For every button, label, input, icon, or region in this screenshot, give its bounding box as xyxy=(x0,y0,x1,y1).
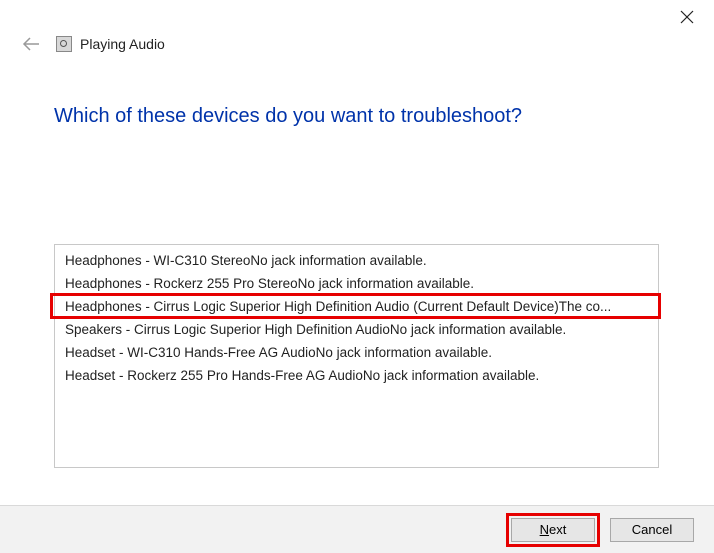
cancel-button[interactable]: Cancel xyxy=(610,518,694,542)
header-row: Playing Audio xyxy=(20,32,694,56)
footer: Next Cancel xyxy=(0,505,714,553)
back-button[interactable] xyxy=(20,33,42,55)
close-icon xyxy=(680,10,694,24)
device-listbox[interactable]: Headphones - WI-C310 StereoNo jack infor… xyxy=(54,244,659,468)
page-heading: Which of these devices do you want to tr… xyxy=(54,105,522,128)
next-label-rest: ext xyxy=(549,522,566,537)
next-accelerator: N xyxy=(540,522,549,537)
arrow-left-icon xyxy=(22,37,40,51)
list-item[interactable]: Headset - Rockerz 255 Pro Hands-Free AG … xyxy=(55,364,658,387)
close-button[interactable] xyxy=(680,10,696,26)
list-item[interactable]: Speakers - Cirrus Logic Superior High De… xyxy=(55,318,658,341)
list-item[interactable]: Headphones - Rockerz 255 Pro StereoNo ja… xyxy=(55,272,658,295)
next-button[interactable]: Next xyxy=(511,518,595,542)
troubleshooter-icon xyxy=(56,36,72,52)
troubleshooter-title: Playing Audio xyxy=(80,36,165,52)
list-item[interactable]: Headphones - WI-C310 StereoNo jack infor… xyxy=(55,249,658,272)
list-item[interactable]: Headset - WI-C310 Hands-Free AG AudioNo … xyxy=(55,341,658,364)
annotation-highlight-next: Next xyxy=(506,513,600,547)
list-item[interactable]: Headphones - Cirrus Logic Superior High … xyxy=(55,295,658,318)
